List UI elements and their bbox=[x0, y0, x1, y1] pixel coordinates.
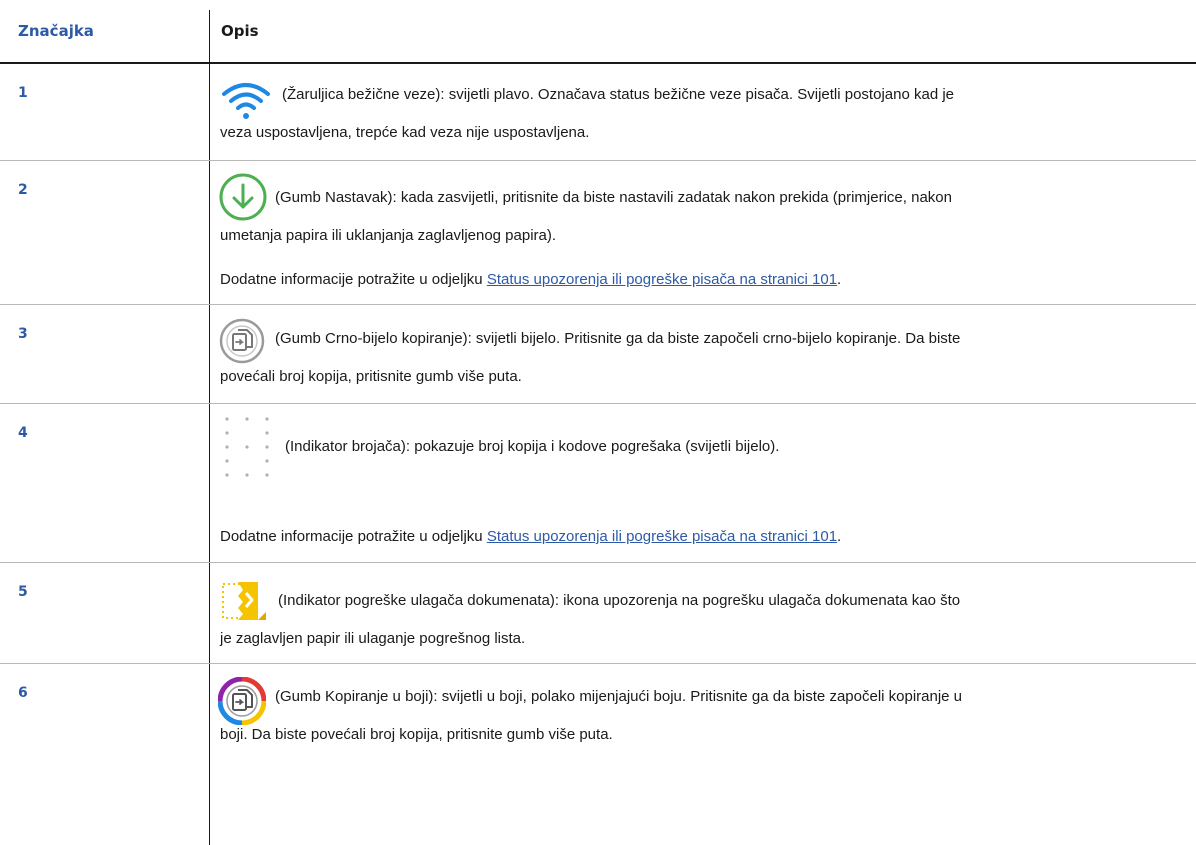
row-description: (Indikator pogreške ulagača dokumenata):… bbox=[278, 582, 1176, 620]
row-number: 1 bbox=[18, 85, 28, 101]
row-description-cont: povećali broj kopija, pritisnite gumb vi… bbox=[220, 358, 1176, 396]
note-prefix: Dodatne informacije potražite u odjeljku bbox=[220, 271, 487, 288]
document-feeder-error-icon bbox=[222, 582, 266, 620]
table-row: 6 (Gumb Kopiranje u boji): svijetli u bo… bbox=[0, 664, 1196, 760]
table-row: 2 (Gumb Nastavak): kada zasvijetli, prit… bbox=[0, 161, 1196, 305]
description-line: (Gumb Crno-bijelo kopiranje): svijetli b… bbox=[275, 330, 961, 347]
row-description: (Gumb Kopiranje u boji): svijetli u boji… bbox=[275, 678, 1176, 716]
description-line: veza uspostavljena, trepće kad veza nije… bbox=[220, 124, 590, 141]
note-suffix: . bbox=[837, 271, 842, 288]
row-description-cont: veza uspostavljena, trepće kad veza nije… bbox=[220, 114, 1176, 152]
description-line: (Gumb Kopiranje u boji): svijetli u boji… bbox=[275, 688, 963, 705]
row-description: (Žaruljica bežične veze): svijetli plavo… bbox=[282, 76, 1176, 114]
feature-table: Značajka Opis 1 (Žaruljica bežične veze)… bbox=[0, 0, 1196, 845]
description-line: (Gumb Nastavak): kada zasvijetli, pritis… bbox=[275, 189, 952, 206]
status-link[interactable]: Status upozorenja ili pogreške pisača na… bbox=[487, 271, 837, 288]
row-description-cont: umetanja papira ili uklanjanja zaglavlje… bbox=[220, 217, 1176, 255]
description-line: (Žaruljica bežične veze): svijetli plavo… bbox=[282, 86, 954, 103]
table-row: 1 (Žaruljica bežične veze): svijetli pla… bbox=[0, 64, 1196, 161]
row-number: 2 bbox=[18, 182, 28, 198]
description-line: (Indikator pogreške ulagača dokumenata):… bbox=[278, 592, 961, 609]
description-line: boji. Da biste povećali broj kopija, pri… bbox=[220, 726, 613, 743]
note-suffix: . bbox=[837, 528, 842, 545]
description-line: umetanja papira ili uklanjanja zaglavlje… bbox=[220, 227, 557, 244]
row-note: Dodatne informacije potražite u odjeljku… bbox=[220, 261, 1176, 299]
row-number: 6 bbox=[18, 685, 28, 701]
counter-display-icon bbox=[225, 417, 269, 477]
description-line: povećali broj kopija, pritisnite gumb vi… bbox=[220, 368, 522, 385]
note-prefix: Dodatne informacije potražite u odjeljku bbox=[220, 528, 487, 545]
table-row: 3 (Gumb Crno-bijelo kopiranje): svijetli… bbox=[0, 305, 1196, 404]
table-header-row: Značajka Opis bbox=[0, 0, 1196, 64]
header-feature: Značajka bbox=[18, 22, 94, 40]
row-description-cont: je zaglavljen papir ili ulaganje pogrešn… bbox=[220, 620, 1176, 658]
description-line: (Indikator brojača): pokazuje broj kopij… bbox=[285, 438, 780, 455]
row-number: 4 bbox=[18, 425, 28, 441]
table-row: 5 (Indikator pogreške ulagača dokumenata… bbox=[0, 563, 1196, 664]
description-line: je zaglavljen papir ili ulaganje pogrešn… bbox=[220, 630, 526, 647]
row-number: 5 bbox=[18, 584, 28, 600]
resume-arrow-icon bbox=[219, 173, 267, 221]
row-note: Dodatne informacije potražite u odjeljku… bbox=[220, 518, 1176, 556]
header-description: Opis bbox=[221, 22, 259, 40]
row-number: 3 bbox=[18, 326, 28, 342]
row-description: (Gumb Crno-bijelo kopiranje): svijetli b… bbox=[275, 320, 1176, 358]
status-link[interactable]: Status upozorenja ili pogreške pisača na… bbox=[487, 528, 837, 545]
row-description: (Indikator brojača): pokazuje broj kopij… bbox=[285, 428, 1176, 466]
row-description-cont: boji. Da biste povećali broj kopija, pri… bbox=[220, 716, 1176, 754]
table-row: 4 (Indikator brojača): pokazuje broj kop… bbox=[0, 404, 1196, 563]
row-description: (Gumb Nastavak): kada zasvijetli, pritis… bbox=[275, 179, 1176, 217]
